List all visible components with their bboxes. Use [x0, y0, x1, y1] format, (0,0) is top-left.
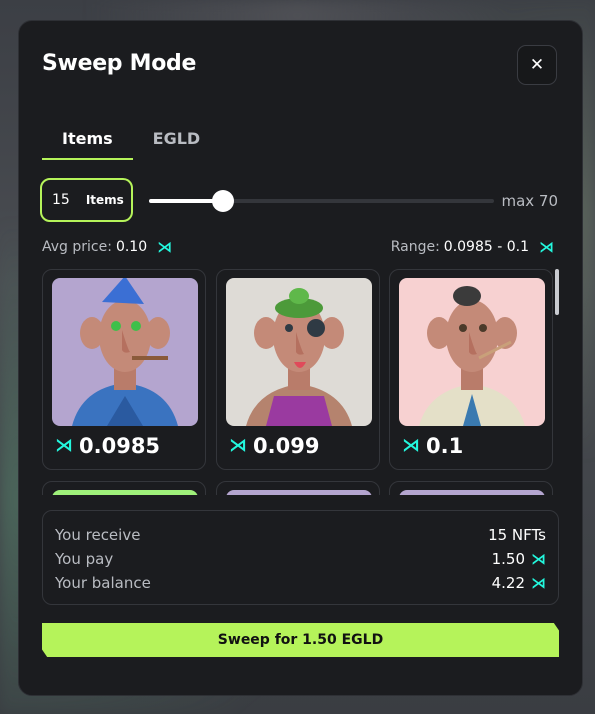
close-icon: ✕	[529, 55, 545, 75]
nft-card[interactable]	[389, 481, 553, 495]
balance-value: 4.22 ⋊	[492, 574, 546, 592]
egld-icon: ⋊	[229, 435, 247, 456]
nft-image	[226, 278, 372, 426]
nft-price: ⋊ 0.0985	[55, 434, 160, 458]
nft-price-value: 0.0985	[79, 434, 161, 458]
egld-icon: ⋊	[55, 435, 73, 456]
modal-title: Sweep Mode	[42, 51, 197, 76]
range-label: Range:	[390, 239, 440, 255]
sweep-modal: Sweep Mode ✕ Items EGLD 15 Items max 70 …	[18, 20, 583, 696]
egld-icon: ⋊	[402, 435, 420, 456]
range-value: 0.0985 - 0.1	[443, 239, 529, 255]
avg-price: Avg price: 0.10 ⋊	[42, 239, 172, 255]
summary-receive: You receive 15 NFTs	[55, 523, 546, 547]
grid-scrollbar[interactable]	[555, 269, 559, 315]
nft-card[interactable]: ⋊ 0.0985	[42, 269, 206, 470]
nft-price: ⋊ 0.099	[229, 434, 319, 458]
quantity-slider[interactable]	[149, 190, 494, 212]
pay-label: You pay	[55, 550, 114, 568]
nft-image	[52, 278, 198, 426]
sweep-button[interactable]: Sweep for 1.50 EGLD	[42, 623, 559, 657]
tab-items[interactable]: Items	[42, 129, 133, 160]
nft-image	[52, 490, 198, 495]
pay-amount: 1.50	[491, 550, 525, 568]
nft-image	[399, 490, 545, 495]
nft-price-value: 0.1	[426, 434, 464, 458]
receive-value: 15 NFTs	[488, 526, 546, 544]
egld-icon: ⋊	[531, 573, 546, 592]
summary-panel: You receive 15 NFTs You pay 1.50 ⋊ Your …	[42, 510, 559, 605]
summary-balance: Your balance 4.22 ⋊	[55, 571, 546, 595]
nft-image	[226, 490, 372, 495]
price-range: Range: 0.0985 - 0.1 ⋊	[391, 239, 554, 255]
summary-pay: You pay 1.50 ⋊	[55, 547, 546, 571]
nft-card[interactable]	[216, 481, 380, 495]
slider-max-label: max 70	[501, 192, 558, 210]
receive-label: You receive	[55, 526, 141, 544]
nft-card[interactable]: ⋊ 0.1	[389, 269, 553, 470]
egld-icon: ⋊	[531, 549, 546, 568]
egld-icon: ⋊	[539, 237, 554, 256]
nft-card[interactable]	[42, 481, 206, 495]
close-button[interactable]: ✕	[517, 45, 557, 85]
nft-price-value: 0.099	[253, 434, 320, 458]
balance-amount: 4.22	[491, 574, 525, 592]
nft-card[interactable]: ⋊ 0.099	[216, 269, 380, 470]
quantity-unit: Items	[85, 193, 124, 207]
slider-thumb[interactable]	[211, 190, 234, 212]
balance-label: Your balance	[55, 574, 151, 592]
avg-price-value: 0.10	[115, 239, 148, 255]
quantity-value: 15	[52, 192, 70, 208]
tab-egld[interactable]: EGLD	[133, 129, 221, 160]
quantity-input[interactable]: 15 Items	[40, 178, 133, 222]
nft-grid: ⋊ 0.0985 ⋊ 0.099 ⋊ 0.1	[42, 269, 557, 495]
nft-price: ⋊ 0.1	[402, 434, 463, 458]
nft-image	[399, 278, 545, 426]
egld-icon: ⋊	[157, 237, 173, 256]
avg-price-label: Avg price:	[42, 239, 112, 255]
tab-bar: Items EGLD	[42, 129, 220, 160]
pay-value: 1.50 ⋊	[492, 550, 546, 568]
